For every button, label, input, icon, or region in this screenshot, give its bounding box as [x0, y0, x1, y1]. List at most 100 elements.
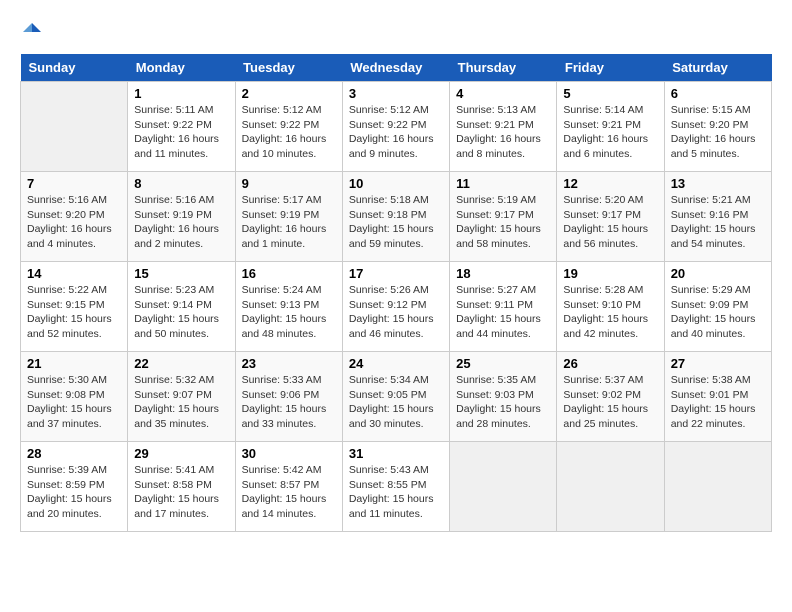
day-info: Sunrise: 5:34 AM Sunset: 9:05 PM Dayligh…: [349, 373, 443, 432]
calendar-cell: [21, 82, 128, 172]
calendar-cell: 3Sunrise: 5:12 AM Sunset: 9:22 PM Daylig…: [342, 82, 449, 172]
day-number: 14: [27, 266, 121, 281]
day-info: Sunrise: 5:43 AM Sunset: 8:55 PM Dayligh…: [349, 463, 443, 522]
calendar-cell: 11 Sunrise: 5:19 AM Sunset: 9:17 PM Dayli…: [450, 172, 557, 262]
calendar-cell: [664, 442, 771, 532]
week-row-3: 14 Sunrise: 5:22 AM Sunset: 9:15 PM Dayli…: [21, 262, 772, 352]
day-number: 26: [563, 356, 657, 371]
day-info: Sunrise: 5:33 AM Sunset: 9:06 PM Dayligh…: [242, 373, 336, 432]
day-info: Sunrise: 5:13 AM Sunset: 9:21 PM Dayligh…: [456, 103, 550, 162]
days-of-week-row: SundayMondayTuesdayWednesdayThursdayFrid…: [21, 54, 772, 82]
day-number: 3: [349, 86, 443, 101]
calendar-cell: 12Sunrise: 5:20 AM Sunset: 9:17 PM Dayli…: [557, 172, 664, 262]
calendar-table: SundayMondayTuesdayWednesdayThursdayFrid…: [20, 54, 772, 532]
calendar-cell: 23 Sunrise: 5:33 AM Sunset: 9:06 PM Dayli…: [235, 352, 342, 442]
day-number: 11: [456, 176, 550, 191]
day-info: Sunrise: 5:15 AM Sunset: 9:20 PM Dayligh…: [671, 103, 765, 162]
calendar-cell: 27 Sunrise: 5:38 AM Sunset: 9:01 PM Dayli…: [664, 352, 771, 442]
week-row-5: 28 Sunrise: 5:39 AM Sunset: 8:59 PM Dayli…: [21, 442, 772, 532]
day-number: 21: [27, 356, 121, 371]
day-info: Sunrise: 5:21 AM Sunset: 9:16 PM Dayligh…: [671, 193, 765, 252]
logo: [20, 20, 48, 44]
calendar-cell: 13 Sunrise: 5:21 AM Sunset: 9:16 PM Dayli…: [664, 172, 771, 262]
day-info: Sunrise: 5:42 AM Sunset: 8:57 PM Dayligh…: [242, 463, 336, 522]
week-row-1: 1Sunrise: 5:11 AM Sunset: 9:22 PM Daylig…: [21, 82, 772, 172]
calendar-cell: 16Sunrise: 5:24 AM Sunset: 9:13 PM Dayli…: [235, 262, 342, 352]
calendar-cell: [557, 442, 664, 532]
calendar-cell: 24 Sunrise: 5:34 AM Sunset: 9:05 PM Dayli…: [342, 352, 449, 442]
day-number: 2: [242, 86, 336, 101]
calendar-cell: 31 Sunrise: 5:43 AM Sunset: 8:55 PM Dayli…: [342, 442, 449, 532]
day-of-week-monday: Monday: [128, 54, 235, 82]
day-info: Sunrise: 5:32 AM Sunset: 9:07 PM Dayligh…: [134, 373, 228, 432]
calendar-header: SundayMondayTuesdayWednesdayThursdayFrid…: [21, 54, 772, 82]
day-of-week-thursday: Thursday: [450, 54, 557, 82]
day-info: Sunrise: 5:39 AM Sunset: 8:59 PM Dayligh…: [27, 463, 121, 522]
day-info: Sunrise: 5:27 AM Sunset: 9:11 PM Dayligh…: [456, 283, 550, 342]
page-header: [20, 20, 772, 44]
day-number: 22: [134, 356, 228, 371]
day-number: 4: [456, 86, 550, 101]
calendar-cell: 10Sunrise: 5:18 AM Sunset: 9:18 PM Dayli…: [342, 172, 449, 262]
day-number: 15: [134, 266, 228, 281]
day-of-week-sunday: Sunday: [21, 54, 128, 82]
day-info: Sunrise: 5:12 AM Sunset: 9:22 PM Dayligh…: [242, 103, 336, 162]
day-of-week-tuesday: Tuesday: [235, 54, 342, 82]
day-info: Sunrise: 5:24 AM Sunset: 9:13 PM Dayligh…: [242, 283, 336, 342]
calendar-cell: 26 Sunrise: 5:37 AM Sunset: 9:02 PM Dayli…: [557, 352, 664, 442]
day-info: Sunrise: 5:20 AM Sunset: 9:17 PM Dayligh…: [563, 193, 657, 252]
calendar-cell: [450, 442, 557, 532]
calendar-cell: 29 Sunrise: 5:41 AM Sunset: 8:58 PM Dayli…: [128, 442, 235, 532]
day-of-week-wednesday: Wednesday: [342, 54, 449, 82]
day-info: Sunrise: 5:22 AM Sunset: 9:15 PM Dayligh…: [27, 283, 121, 342]
calendar-cell: 28 Sunrise: 5:39 AM Sunset: 8:59 PM Dayli…: [21, 442, 128, 532]
calendar-cell: 19Sunrise: 5:28 AM Sunset: 9:10 PM Dayli…: [557, 262, 664, 352]
day-info: Sunrise: 5:38 AM Sunset: 9:01 PM Dayligh…: [671, 373, 765, 432]
day-number: 29: [134, 446, 228, 461]
day-info: Sunrise: 5:26 AM Sunset: 9:12 PM Dayligh…: [349, 283, 443, 342]
day-number: 6: [671, 86, 765, 101]
day-number: 31: [349, 446, 443, 461]
day-info: Sunrise: 5:19 AM Sunset: 9:17 PM Dayligh…: [456, 193, 550, 252]
day-info: Sunrise: 5:18 AM Sunset: 9:18 PM Dayligh…: [349, 193, 443, 252]
calendar-cell: 7 Sunrise: 5:16 AM Sunset: 9:20 PM Daylig…: [21, 172, 128, 262]
day-number: 28: [27, 446, 121, 461]
day-number: 7: [27, 176, 121, 191]
day-number: 20: [671, 266, 765, 281]
day-number: 30: [242, 446, 336, 461]
calendar-cell: 18Sunrise: 5:27 AM Sunset: 9:11 PM Dayli…: [450, 262, 557, 352]
week-row-2: 7 Sunrise: 5:16 AM Sunset: 9:20 PM Daylig…: [21, 172, 772, 262]
calendar-cell: 14 Sunrise: 5:22 AM Sunset: 9:15 PM Dayli…: [21, 262, 128, 352]
calendar-cell: 25 Sunrise: 5:35 AM Sunset: 9:03 PM Dayli…: [450, 352, 557, 442]
calendar-cell: 4 Sunrise: 5:13 AM Sunset: 9:21 PM Daylig…: [450, 82, 557, 172]
calendar-cell: 2 Sunrise: 5:12 AM Sunset: 9:22 PM Daylig…: [235, 82, 342, 172]
calendar-cell: 22 Sunrise: 5:32 AM Sunset: 9:07 PM Dayli…: [128, 352, 235, 442]
day-number: 27: [671, 356, 765, 371]
day-number: 9: [242, 176, 336, 191]
day-number: 1: [134, 86, 228, 101]
day-info: Sunrise: 5:30 AM Sunset: 9:08 PM Dayligh…: [27, 373, 121, 432]
calendar-cell: 1Sunrise: 5:11 AM Sunset: 9:22 PM Daylig…: [128, 82, 235, 172]
day-number: 24: [349, 356, 443, 371]
day-info: Sunrise: 5:37 AM Sunset: 9:02 PM Dayligh…: [563, 373, 657, 432]
day-info: Sunrise: 5:28 AM Sunset: 9:10 PM Dayligh…: [563, 283, 657, 342]
day-info: Sunrise: 5:23 AM Sunset: 9:14 PM Dayligh…: [134, 283, 228, 342]
day-of-week-saturday: Saturday: [664, 54, 771, 82]
day-of-week-friday: Friday: [557, 54, 664, 82]
day-number: 13: [671, 176, 765, 191]
calendar-cell: 6 Sunrise: 5:15 AM Sunset: 9:20 PM Daylig…: [664, 82, 771, 172]
day-info: Sunrise: 5:17 AM Sunset: 9:19 PM Dayligh…: [242, 193, 336, 252]
day-info: Sunrise: 5:41 AM Sunset: 8:58 PM Dayligh…: [134, 463, 228, 522]
day-info: Sunrise: 5:16 AM Sunset: 9:20 PM Dayligh…: [27, 193, 121, 252]
day-number: 23: [242, 356, 336, 371]
day-info: Sunrise: 5:16 AM Sunset: 9:19 PM Dayligh…: [134, 193, 228, 252]
day-number: 8: [134, 176, 228, 191]
calendar-cell: 21 Sunrise: 5:30 AM Sunset: 9:08 PM Dayli…: [21, 352, 128, 442]
logo-icon: [20, 20, 44, 44]
day-number: 25: [456, 356, 550, 371]
calendar-cell: 5Sunrise: 5:14 AM Sunset: 9:21 PM Daylig…: [557, 82, 664, 172]
calendar-cell: 17Sunrise: 5:26 AM Sunset: 9:12 PM Dayli…: [342, 262, 449, 352]
calendar-cell: 30 Sunrise: 5:42 AM Sunset: 8:57 PM Dayli…: [235, 442, 342, 532]
calendar-cell: 8 Sunrise: 5:16 AM Sunset: 9:19 PM Daylig…: [128, 172, 235, 262]
day-info: Sunrise: 5:35 AM Sunset: 9:03 PM Dayligh…: [456, 373, 550, 432]
